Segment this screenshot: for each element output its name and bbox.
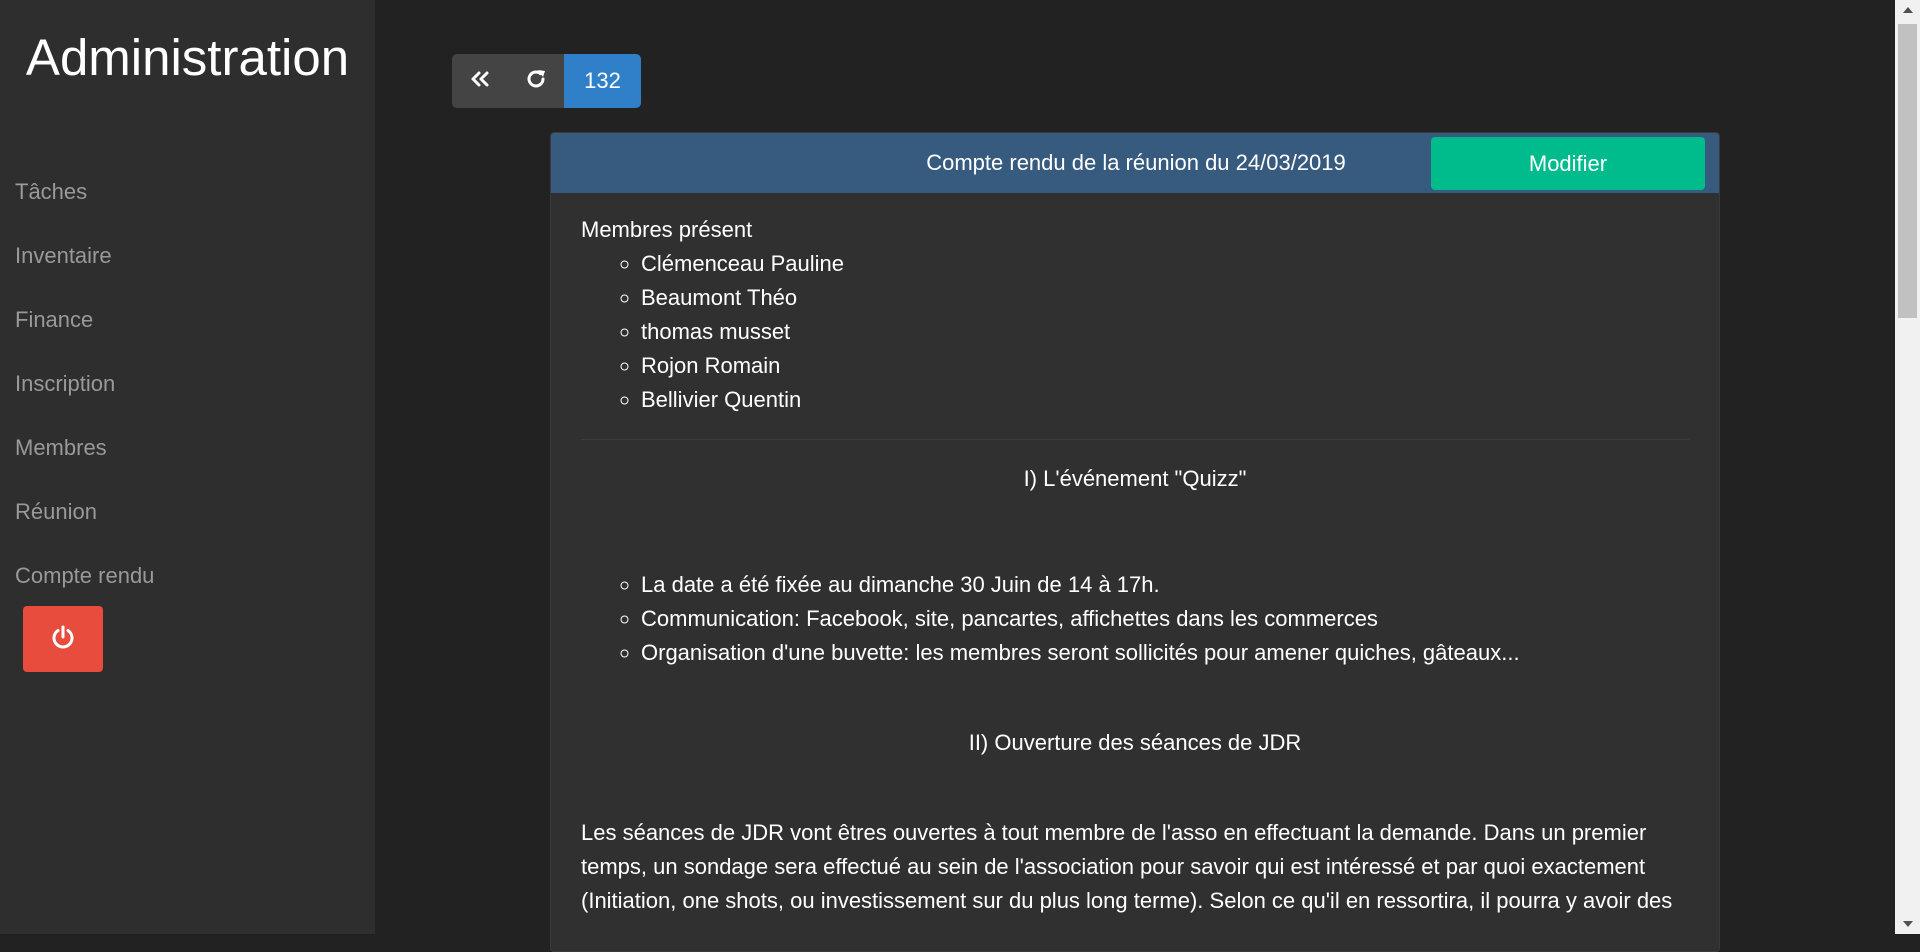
card-header: Compte rendu de la réunion du 24/03/2019… [551,133,1719,193]
list-item: Beaumont Théo [641,281,1689,315]
scroll-down-icon[interactable] [1895,914,1920,934]
sidebar-item-taches[interactable]: Tâches [15,172,154,236]
app-title: Administration [25,29,350,86]
toolbar: 132 [452,54,641,108]
sidebar-item-finance[interactable]: Finance [15,300,154,364]
list-item: Bellivier Quentin [641,383,1689,417]
scroll-thumb[interactable] [1898,24,1917,318]
report-card: Compte rendu de la réunion du 24/03/2019… [550,132,1720,952]
page-scrollbar[interactable] [1895,0,1920,934]
sidebar-item-membres[interactable]: Membres [15,428,154,492]
section2-paragraph: Les séances de JDR vont êtres ouvertes à… [581,820,1673,913]
sidebar-nav: Tâches Inventaire Finance Inscription Me… [15,172,154,620]
sidebar-item-inventaire[interactable]: Inventaire [15,236,154,300]
list-item: thomas musset [641,315,1689,349]
back-button[interactable] [452,54,508,108]
list-item: La date a été fixée au dimanche 30 Juin … [641,568,1689,602]
section-title: I) L'événement "Quizz" [1023,466,1247,491]
list-item: Organisation d'une buvette: les membres … [641,636,1689,670]
power-icon [50,624,76,655]
modify-button[interactable]: Modifier [1431,137,1705,190]
list-item: Communication: Facebook, site, pancartes… [641,602,1689,636]
section1-list: La date a été fixée au dimanche 30 Juin … [581,568,1689,670]
refresh-button[interactable] [508,54,564,108]
report-body: Membres présent Clémenceau Pauline Beaum… [551,213,1719,918]
sidebar-item-inscription[interactable]: Inscription [15,364,154,428]
refresh-icon [524,67,548,96]
list-item: Rojon Romain [641,349,1689,383]
members-label: Membres présent [581,217,753,242]
divider [581,439,1689,440]
sidebar: Administration Tâches Inventaire Finance… [0,0,375,934]
members-list: Clémenceau Pauline Beaumont Théo thomas … [581,247,1689,417]
double-chevron-left-icon [469,69,491,94]
logout-button[interactable] [23,606,103,672]
sidebar-item-reunion[interactable]: Réunion [15,492,154,556]
scroll-up-icon[interactable] [1895,0,1920,20]
list-item: Clémenceau Pauline [641,247,1689,281]
section-title: II) Ouverture des séances de JDR [968,730,1302,755]
count-badge: 132 [564,54,641,108]
